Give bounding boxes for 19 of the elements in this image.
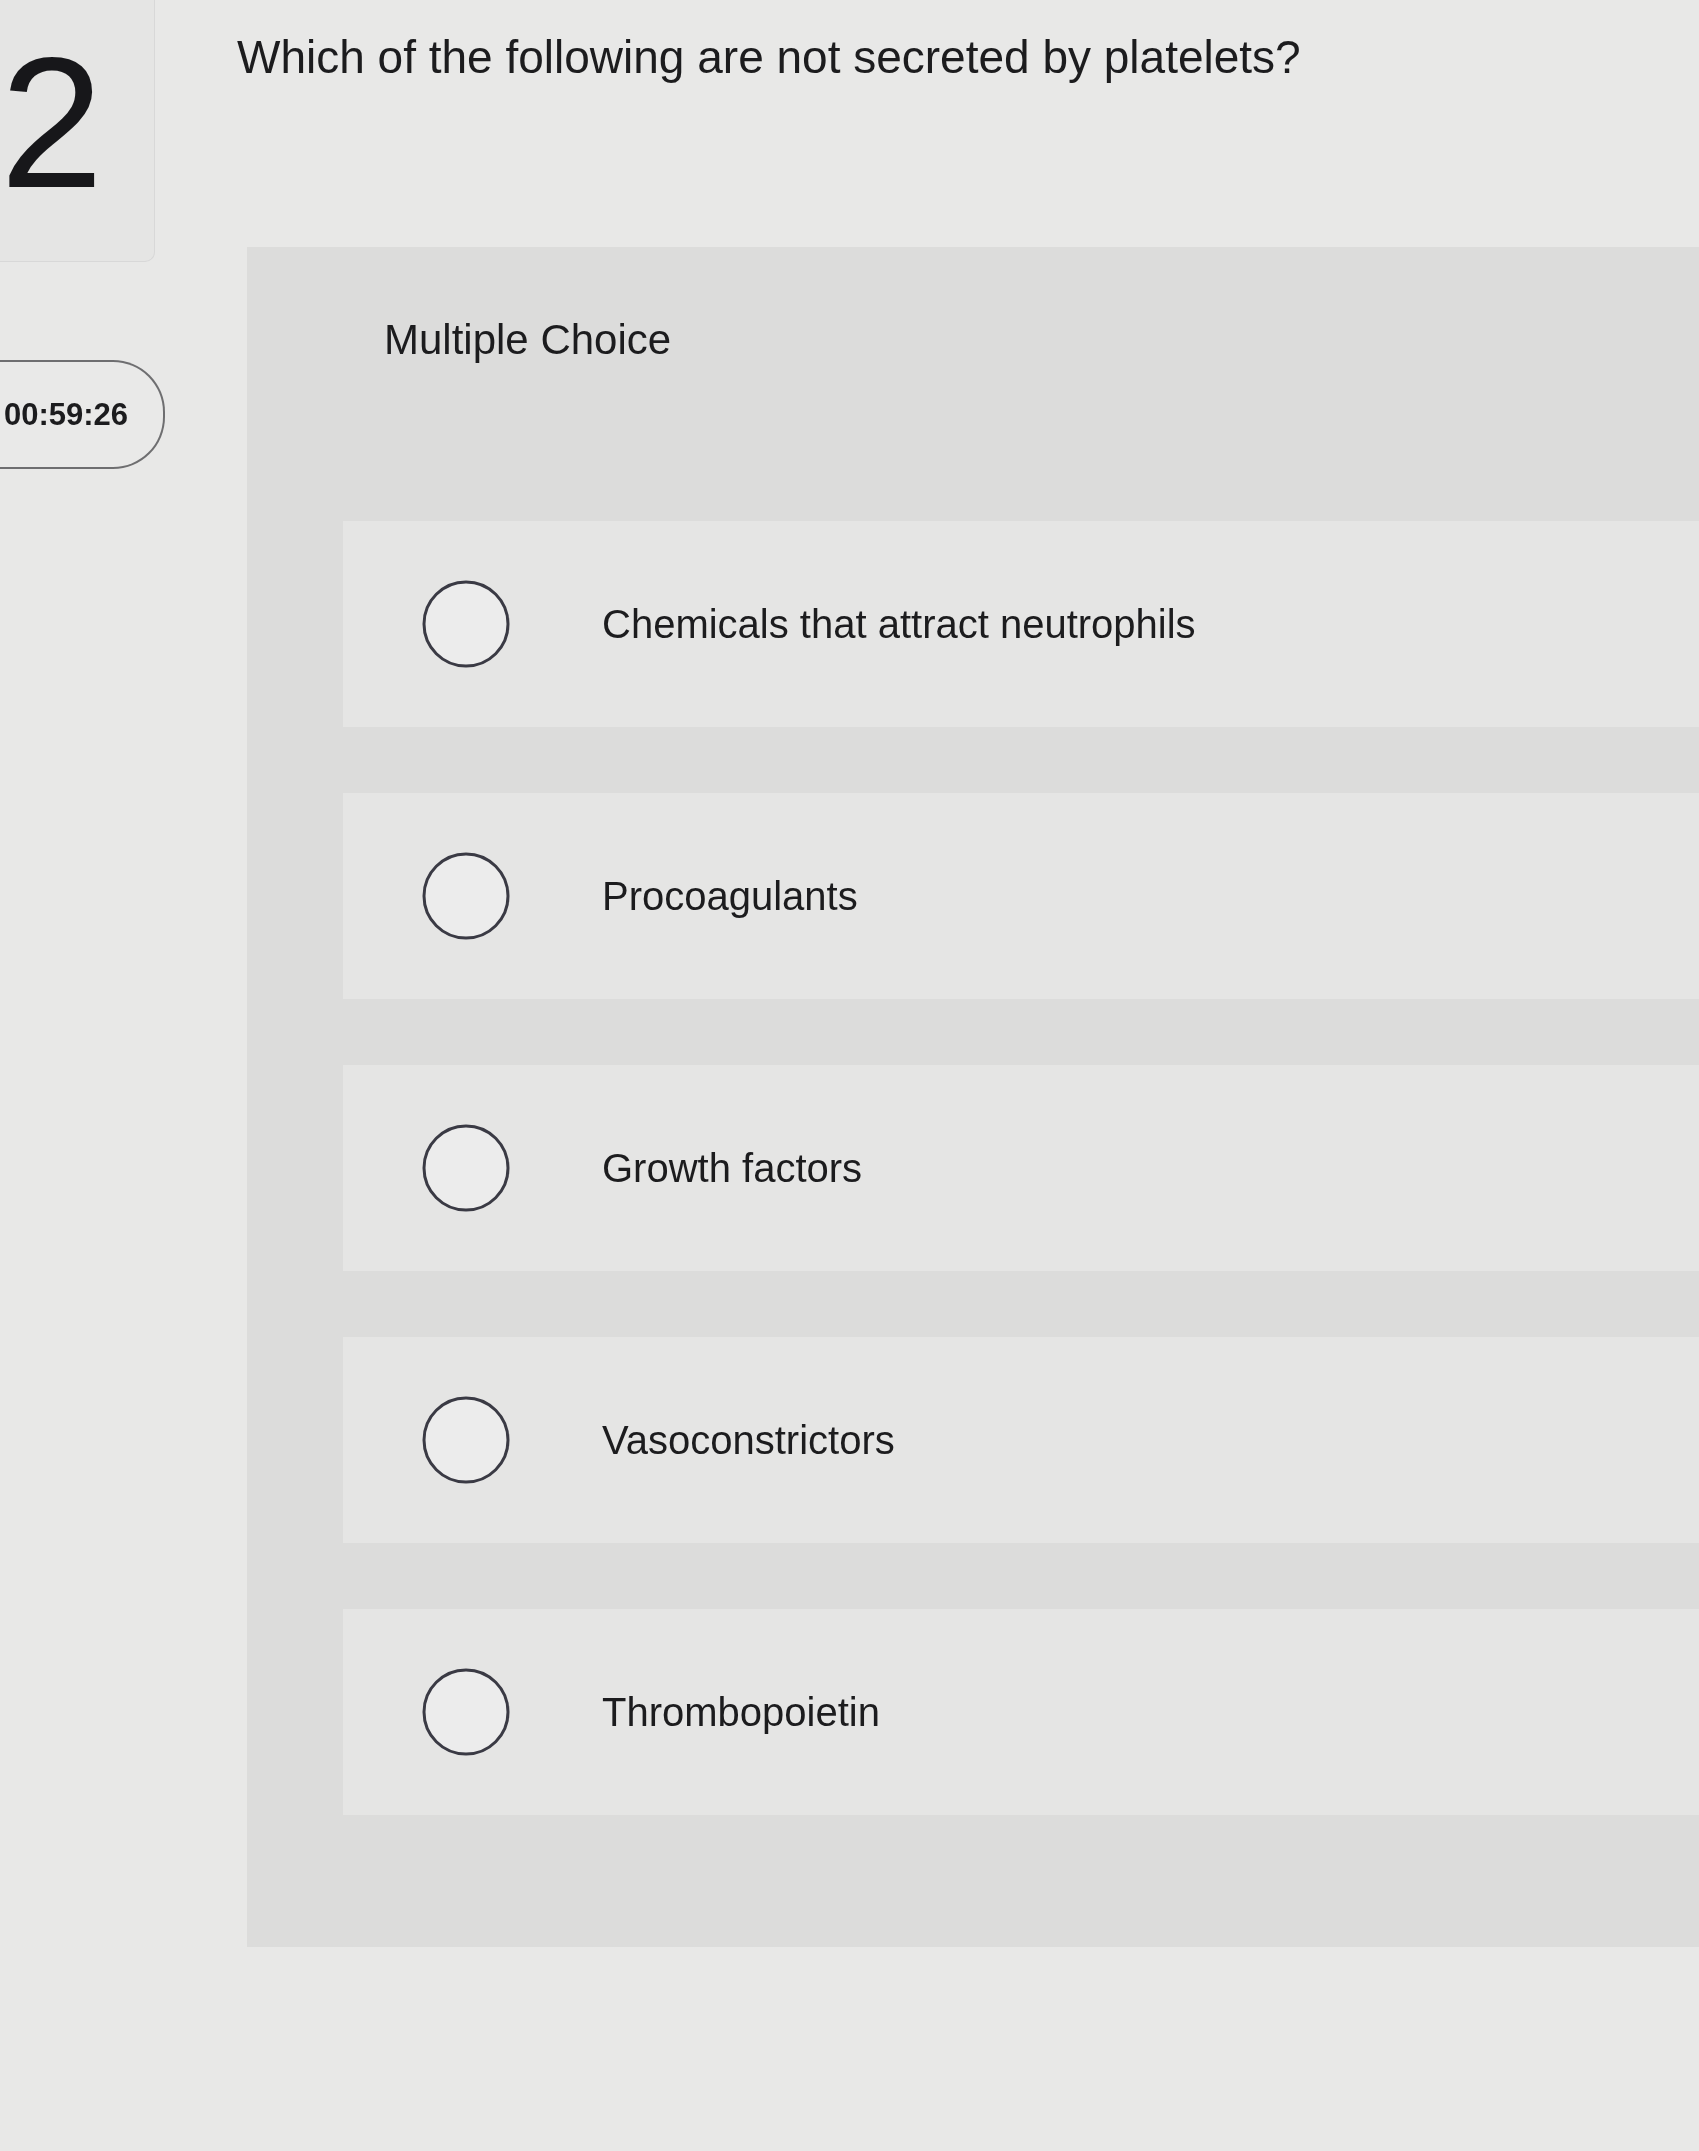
option-label: Vasoconstrictors — [602, 1417, 895, 1463]
answer-option[interactable]: Thrombopoietin — [343, 1609, 1699, 1816]
answer-option[interactable]: Procoagulants — [343, 793, 1699, 1000]
radio-button[interactable] — [422, 852, 510, 941]
question-type-label: Multiple Choice — [384, 315, 672, 365]
radio-button[interactable] — [422, 1124, 510, 1213]
option-label: Growth factors — [602, 1145, 863, 1191]
question-text: Which of the following are not secreted by platelets? — [237, 30, 1301, 84]
question-number: 2 — [0, 30, 100, 216]
radio-button[interactable] — [422, 1396, 510, 1485]
option-label: Procoagulants — [602, 873, 858, 919]
option-label: Thrombopoietin — [602, 1689, 880, 1735]
answer-option[interactable]: Chemicals that attract neutrophils — [343, 521, 1699, 728]
answer-option[interactable]: Growth factors — [343, 1065, 1699, 1272]
timer: 00:59:26 — [0, 360, 165, 469]
answer-option[interactable]: Vasoconstrictors — [343, 1337, 1699, 1544]
radio-button[interactable] — [422, 580, 510, 669]
option-label: Chemicals that attract neutrophils — [602, 601, 1196, 647]
radio-button[interactable] — [422, 1668, 510, 1757]
